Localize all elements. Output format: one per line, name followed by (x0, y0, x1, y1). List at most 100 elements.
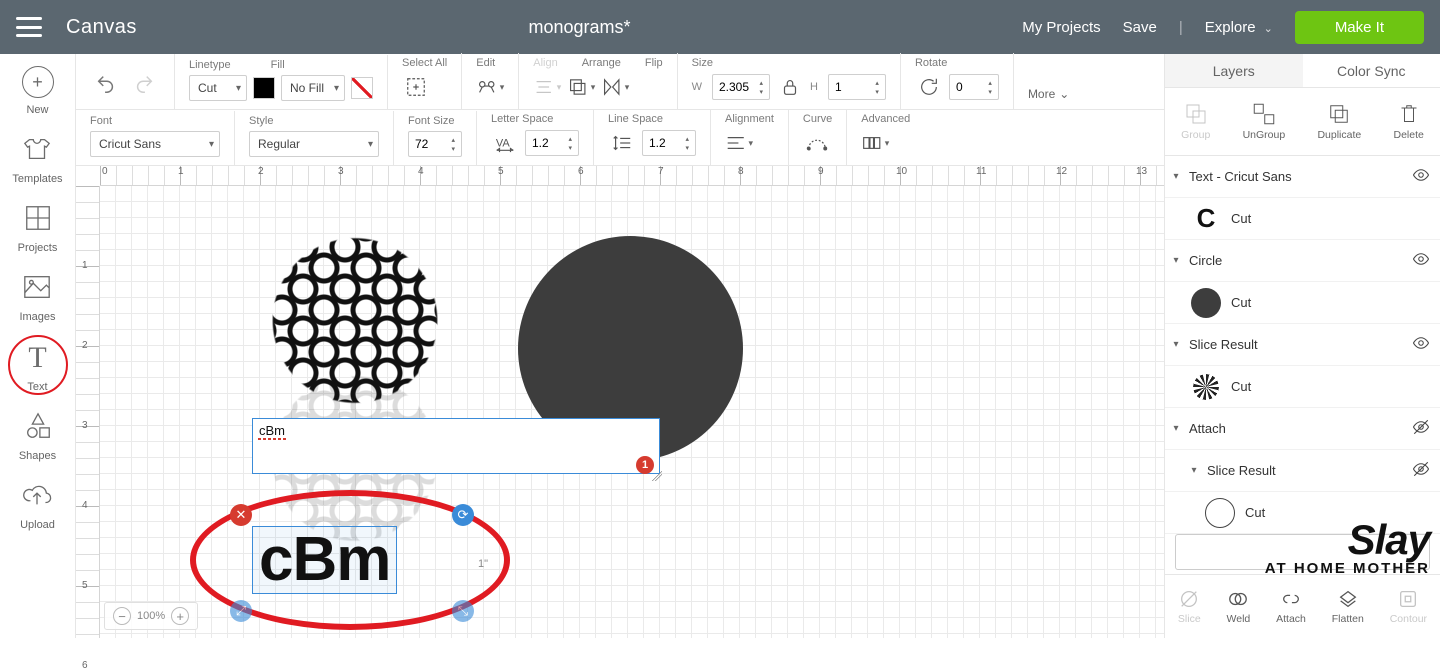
rotate-handle[interactable]: ⟳ (452, 504, 474, 526)
eye-icon[interactable] (1412, 334, 1430, 355)
rotate-icon[interactable] (915, 73, 943, 101)
layer-attach-sub1[interactable]: ▾ Slice Result (1165, 450, 1440, 492)
ruler-h-12: 12 (1056, 166, 1067, 177)
width-input[interactable]: 2.305▴▾ (712, 74, 770, 100)
layer-text[interactable]: ▾ Text - Cricut Sans (1165, 156, 1440, 198)
tool-projects[interactable]: Projects (18, 203, 58, 254)
size-label: Size (692, 57, 886, 69)
eye-off-icon[interactable] (1412, 460, 1430, 481)
alignment-button[interactable]: ▾ (725, 129, 753, 157)
plus-circle-icon: + (22, 66, 54, 98)
ruler-h-3: 3 (338, 166, 344, 177)
style-select[interactable]: Regular (249, 131, 379, 157)
redo-button[interactable] (130, 70, 158, 98)
layer-circle-child[interactable]: Cut (1165, 282, 1440, 324)
menu-hamburger-icon[interactable] (16, 17, 42, 37)
zoom-out-button[interactable]: − (113, 607, 131, 625)
toolbar-text: Font Cricut Sans Style Regular Font Size… (76, 110, 1164, 166)
chevron-down-icon[interactable]: ▾ (1171, 255, 1181, 266)
layer-slice1[interactable]: ▾ Slice Result (1165, 324, 1440, 366)
rotate-value: 0 (956, 80, 963, 94)
rotate-input[interactable]: 0▴▾ (949, 74, 999, 100)
text-edit-textarea[interactable]: cBm (252, 418, 660, 474)
attach-button[interactable]: Attach (1276, 588, 1306, 625)
layer-attach[interactable]: ▾ Attach (1165, 408, 1440, 450)
tool-upload[interactable]: Upload (20, 480, 55, 531)
fill-select[interactable]: No Fill (281, 75, 345, 101)
height-value: 1 (835, 80, 842, 94)
weld-button[interactable]: Weld (1227, 588, 1251, 625)
my-projects-link[interactable]: My Projects (1022, 19, 1100, 36)
explore-dropdown[interactable]: Explore ⌄ (1205, 19, 1273, 36)
align-label: Align (533, 57, 557, 69)
edit-button[interactable]: ▾ (476, 73, 504, 101)
eye-off-icon[interactable] (1412, 418, 1430, 439)
tool-new[interactable]: + New (22, 66, 54, 116)
layer-thumb-circle-outline (1203, 496, 1237, 530)
fontsize-value: 72 (415, 137, 428, 151)
eye-icon[interactable] (1412, 250, 1430, 271)
duplicate-button[interactable]: Duplicate (1317, 102, 1361, 141)
chevron-down-icon[interactable]: ▾ (1171, 171, 1181, 182)
undo-button[interactable] (92, 70, 120, 98)
more-label: More (1028, 87, 1055, 101)
delete-button[interactable]: Delete (1394, 102, 1424, 141)
canvas-text-object[interactable]: cBm (252, 526, 397, 594)
tool-templates-label: Templates (12, 173, 62, 185)
ruler-h-1: 1 (178, 166, 184, 177)
canvas-grid[interactable]: cBm 1 cBm ✕ ⟳ ⤢ ⤡ 1" (100, 186, 1164, 638)
ungroup-button[interactable]: UnGroup (1243, 102, 1286, 141)
blank-canvas-button[interactable] (1175, 534, 1430, 570)
ruler-h-8: 8 (738, 166, 744, 177)
save-link[interactable]: Save (1123, 19, 1157, 36)
project-title[interactable]: monograms* (137, 17, 1022, 38)
tool-shapes[interactable]: Shapes (19, 411, 56, 462)
layer-circle[interactable]: ▾ Circle (1165, 240, 1440, 282)
linetype-color-swatch[interactable] (253, 77, 275, 99)
layer-slice1-child[interactable]: Cut (1165, 366, 1440, 408)
chevron-down-icon[interactable]: ▾ (1171, 339, 1181, 350)
flip-button[interactable]: ▾ (601, 73, 629, 101)
font-select[interactable]: Cricut Sans (90, 131, 220, 157)
tool-images[interactable]: Images (19, 272, 55, 323)
linespace-icon (608, 129, 636, 157)
bottom-left-handle[interactable]: ⤢ (230, 600, 252, 622)
lock-aspect-icon[interactable] (776, 73, 804, 101)
shirt-icon (22, 134, 52, 167)
flatten-button[interactable]: Flatten (1332, 588, 1364, 625)
ruler-vertical: 1 2 3 4 5 6 (76, 186, 100, 638)
arrange-group: Align Arrange Flip ▾ ▾ ▾ (519, 53, 677, 109)
height-input[interactable]: 1▴▾ (828, 74, 886, 100)
curve-button[interactable] (803, 129, 831, 157)
layer-attach-sub1-child[interactable]: Cut (1165, 492, 1440, 534)
arrange-button[interactable]: ▾ (567, 73, 595, 101)
zoom-control[interactable]: − 100% + (104, 602, 198, 630)
zoom-in-button[interactable]: + (171, 607, 189, 625)
more-dropdown[interactable]: More ⌄ (1014, 71, 1083, 109)
make-it-button[interactable]: Make It (1295, 11, 1424, 44)
tool-text[interactable]: T Text (27, 341, 47, 393)
text-edit-box[interactable]: cBm (252, 418, 660, 479)
layer-text-child[interactable]: C Cut (1165, 198, 1440, 240)
tab-color-sync[interactable]: Color Sync (1303, 54, 1440, 87)
canvas-text-content[interactable]: cBm (252, 526, 397, 594)
linespace-input[interactable]: 1.2▴▾ (642, 130, 696, 156)
select-all-button[interactable] (402, 73, 430, 101)
chevron-down-icon[interactable]: ▾ (1189, 465, 1199, 476)
advanced-button[interactable]: ▾ (861, 129, 889, 157)
chevron-down-icon[interactable]: ▾ (1171, 423, 1181, 434)
letterspace-value: 1.2 (532, 136, 549, 150)
no-fill-swatch[interactable] (351, 77, 373, 99)
resize-handle[interactable]: ⤡ (452, 600, 474, 622)
linetype-select[interactable]: Cut (189, 75, 247, 101)
fontsize-input[interactable]: 72▴▾ (408, 131, 462, 157)
annotation-badge-1-text: 1 (642, 459, 648, 471)
tool-templates[interactable]: Templates (12, 134, 62, 185)
upload-cloud-icon (22, 480, 52, 513)
eye-icon[interactable] (1412, 166, 1430, 187)
delete-handle[interactable]: ✕ (230, 504, 252, 526)
letterspace-input[interactable]: 1.2▴▾ (525, 130, 579, 156)
image-icon (22, 272, 52, 305)
tab-layers[interactable]: Layers (1165, 54, 1303, 87)
linespace-value: 1.2 (649, 136, 666, 150)
